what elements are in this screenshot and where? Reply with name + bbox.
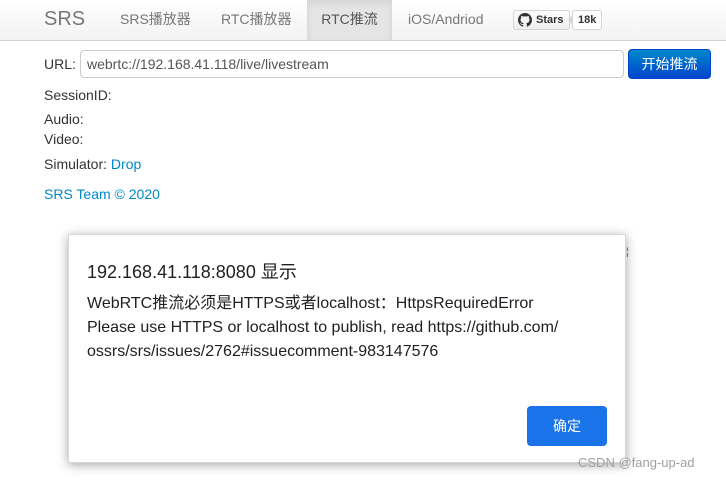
github-stars-label: Stars <box>536 14 564 26</box>
brand-logo[interactable]: SRS <box>44 8 85 31</box>
nav-item-rtc-player[interactable]: RTC播放器 <box>211 0 302 40</box>
github-stars-count[interactable]: 18k <box>567 10 603 30</box>
dialog-message: WebRTC推流必须是HTTPS或者localhost：HttpsRequire… <box>87 295 559 360</box>
background-fragment: ¦ <box>626 247 629 258</box>
audio-label: Audio: <box>44 111 84 127</box>
session-id-label: SessionID: <box>44 87 112 103</box>
simulator-drop-link[interactable]: Drop <box>111 156 141 172</box>
navbar: SRS SRS播放器 RTC播放器 RTC推流 iOS/Andriod Star… <box>0 0 726 41</box>
url-input[interactable]: webrtc://192.168.41.118/live/livestream <box>80 50 624 78</box>
watermark: CSDN @fang-up-ad <box>578 455 695 470</box>
nav-item-rtc-publish[interactable]: RTC推流 <box>307 0 392 40</box>
simulator-label: Simulator: <box>44 156 108 172</box>
url-label: URL: <box>44 56 76 72</box>
ok-button[interactable]: 确定 <box>527 406 607 446</box>
footer-link[interactable]: SRS Team © 2020 <box>44 186 160 202</box>
github-icon <box>518 13 532 27</box>
dialog-title: 192.168.41.118:8080 显示 <box>87 262 297 282</box>
start-publish-button[interactable]: 开始推流 <box>628 49 711 79</box>
simulator-row: Simulator: Drop <box>44 156 141 172</box>
nav-item-srs-player[interactable]: SRS播放器 <box>110 0 201 40</box>
video-label: Video: <box>44 131 84 147</box>
nav-item-ios-android[interactable]: iOS/Andriod <box>398 0 493 40</box>
alert-dialog: 192.168.41.118:8080 显示 WebRTC推流必须是HTTPS或… <box>68 234 626 463</box>
github-stars-button[interactable]: Stars <box>513 10 570 30</box>
